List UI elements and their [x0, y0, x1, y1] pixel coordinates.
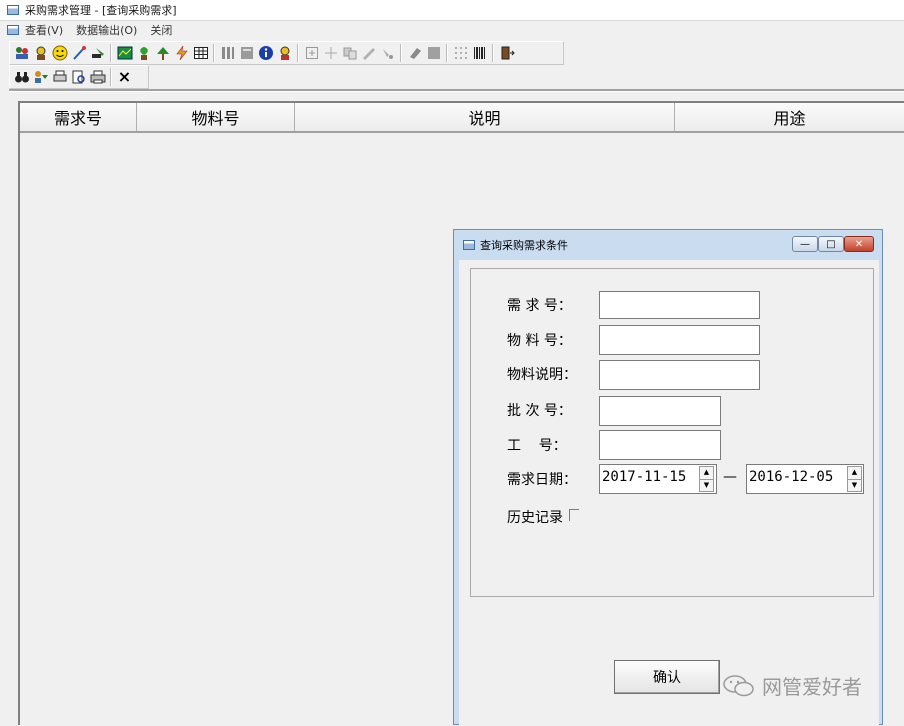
toolbar-separator: [400, 44, 402, 62]
columns-icon[interactable]: [218, 43, 237, 63]
close-button[interactable]: ✕: [844, 236, 874, 252]
print-preview-icon[interactable]: [69, 67, 88, 87]
binoculars-icon[interactable]: [12, 67, 31, 87]
toolbar-separator: [446, 44, 448, 62]
date-from-spinner[interactable]: ▲ ▼: [699, 466, 714, 492]
barcode-icon[interactable]: [470, 43, 489, 63]
batch-no-label: 批 次 号：: [507, 403, 572, 419]
col-header-usage[interactable]: 用途: [675, 103, 904, 131]
info-icon[interactable]: [256, 43, 275, 63]
menu-data-export[interactable]: 数据输出(O): [76, 22, 137, 38]
chart-icon[interactable]: [115, 43, 134, 63]
maximize-button[interactable]: □: [818, 236, 844, 252]
window-titlebar: 采购需求管理 - [查询采购需求]: [0, 0, 904, 21]
users-icon[interactable]: [12, 43, 31, 63]
grid-header: 需求号 物料号 说明 用途: [20, 103, 904, 133]
date-label: 需求日期：: [507, 472, 577, 488]
window-buttons: — □ ✕: [792, 236, 874, 252]
crosshair-icon[interactable]: [321, 43, 340, 63]
spin-down-icon[interactable]: ▼: [848, 478, 861, 492]
wand-icon[interactable]: [69, 43, 88, 63]
wechat-icon: [722, 674, 756, 698]
dialog-body: 需 求 号： 物 料 号： 物料说明： 批 次 号： 工 号： 需求日期： 20…: [459, 260, 879, 726]
watermark-text: 网管爱好者: [762, 675, 862, 699]
confirm-button[interactable]: 确认: [614, 660, 720, 694]
batch-no-input[interactable]: [599, 396, 721, 426]
date-to-spinner[interactable]: ▲ ▼: [847, 466, 862, 492]
copy-icon[interactable]: [340, 43, 359, 63]
menu-bar: 查看(V) 数据输出(O) 关闭: [0, 21, 904, 39]
toolbar-separator: [110, 44, 112, 62]
history-label: 历史记录: [507, 510, 563, 526]
printer-icon[interactable]: [88, 67, 107, 87]
spin-up-icon[interactable]: ▲: [700, 467, 713, 479]
lightning-icon[interactable]: [172, 43, 191, 63]
mdi-child-icon[interactable]: [7, 25, 19, 35]
user-alert-icon[interactable]: [275, 43, 294, 63]
person-icon[interactable]: [31, 43, 50, 63]
col-header-material-no[interactable]: 物料号: [137, 103, 295, 131]
menu-view[interactable]: 查看(V): [25, 22, 63, 38]
print-setup-icon[interactable]: [50, 67, 69, 87]
app-window-icon: [7, 5, 19, 15]
filter-user-icon[interactable]: [31, 67, 50, 87]
spin-down-icon[interactable]: ▼: [700, 478, 713, 492]
toolbar-divider: [9, 89, 904, 92]
secondary-toolbar: ×: [9, 65, 149, 89]
tree-icon[interactable]: [153, 43, 172, 63]
history-checkbox[interactable]: [569, 509, 579, 521]
exit-door-icon[interactable]: [497, 43, 516, 63]
material-desc-input[interactable]: [599, 360, 760, 390]
material-no-input[interactable]: [599, 325, 760, 355]
brush-icon[interactable]: [378, 43, 397, 63]
req-no-label: 需 求 号：: [507, 298, 572, 314]
material-desc-label: 物料说明：: [507, 367, 577, 383]
date-separator: —: [723, 469, 737, 485]
zoom-box-icon[interactable]: [302, 43, 321, 63]
grid-table-icon[interactable]: [191, 43, 210, 63]
main-toolbar: [9, 41, 564, 65]
dialog-title: 查询采购需求条件: [480, 239, 568, 252]
window-title: 采购需求管理 - [查询采购需求]: [25, 4, 177, 17]
spin-up-icon[interactable]: ▲: [848, 467, 861, 479]
pen-icon[interactable]: [359, 43, 378, 63]
work-no-label: 工 号：: [507, 438, 567, 454]
square-icon[interactable]: [424, 43, 443, 63]
plant-icon[interactable]: [134, 43, 153, 63]
dialog-titlebar[interactable]: 查询采购需求条件 — □ ✕: [454, 230, 882, 260]
criteria-group: 需 求 号： 物 料 号： 物料说明： 批 次 号： 工 号： 需求日期： 20…: [470, 268, 874, 597]
work-no-input[interactable]: [599, 430, 721, 460]
dots-grid-icon[interactable]: [451, 43, 470, 63]
req-no-input[interactable]: [599, 291, 760, 319]
toolbar-separator: [297, 44, 299, 62]
toolbar-separator: [492, 44, 494, 62]
dialog-window-icon: [463, 240, 475, 250]
col-header-req-no[interactable]: 需求号: [20, 103, 137, 131]
form-icon[interactable]: [237, 43, 256, 63]
smiley-icon[interactable]: [50, 43, 69, 63]
eraser-icon[interactable]: [405, 43, 424, 63]
toolbar-separator: [110, 68, 112, 86]
menu-close[interactable]: 关闭: [150, 22, 172, 38]
watermark: 网管爱好者: [722, 671, 862, 700]
toolbar-separator: [213, 44, 215, 62]
query-dialog: 查询采购需求条件 — □ ✕ 需 求 号： 物 料 号： 物料说明： 批 次 号…: [453, 229, 883, 726]
tools-icon[interactable]: [88, 43, 107, 63]
material-no-label: 物 料 号：: [507, 333, 572, 349]
col-header-description[interactable]: 说明: [295, 103, 675, 131]
close-icon[interactable]: ×: [115, 67, 134, 87]
minimize-button[interactable]: —: [792, 236, 818, 252]
